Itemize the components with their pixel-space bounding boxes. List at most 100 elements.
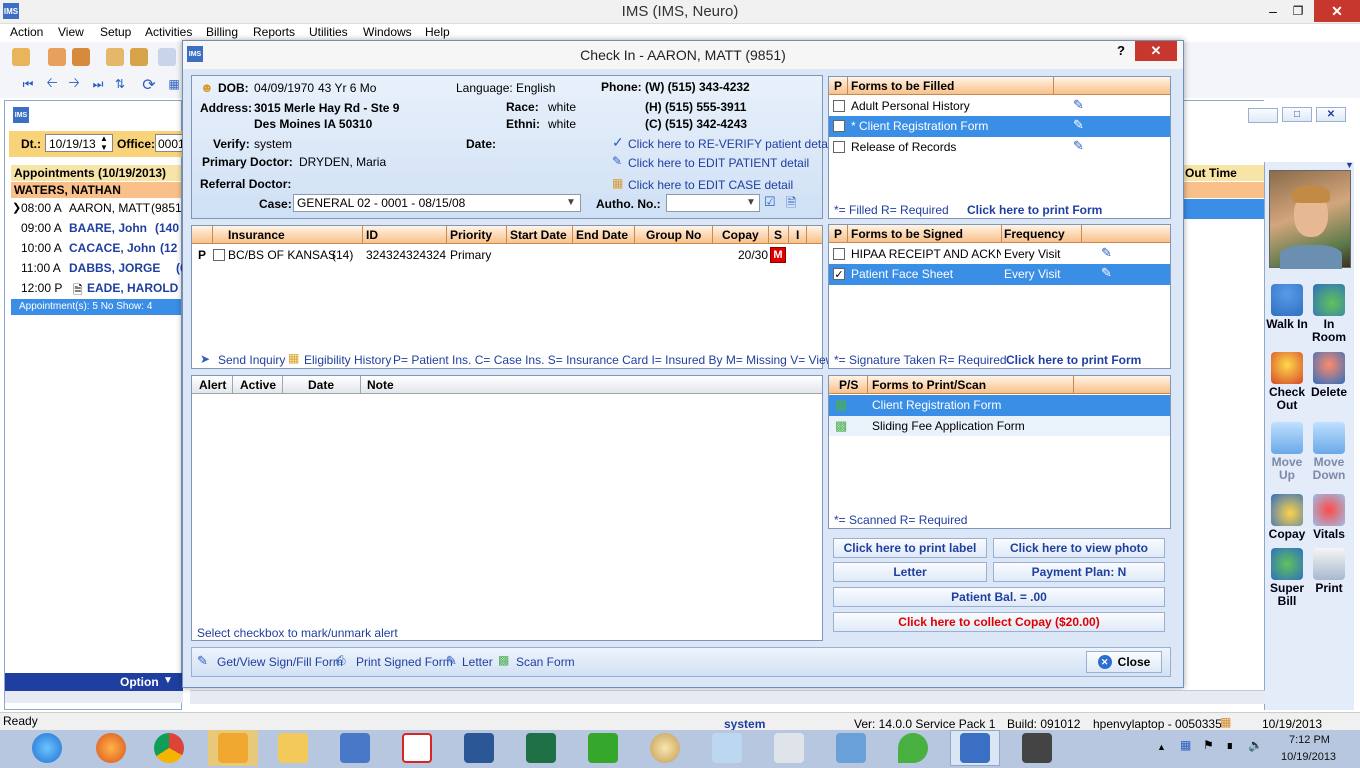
date-input[interactable]: 10/19/13 ▲ ▼ — [45, 134, 113, 152]
window-restore-button[interactable]: □ — [1282, 107, 1312, 122]
clock-time[interactable]: 7:12 PM — [1289, 734, 1330, 746]
ins-checkbox[interactable] — [213, 249, 225, 261]
menu-action[interactable]: Action — [10, 25, 43, 39]
taskbar-paint[interactable] — [640, 730, 690, 766]
form-checkbox[interactable] — [833, 100, 845, 112]
eligibility-history-link[interactable]: Eligibility History — [304, 353, 391, 367]
calendar-icon[interactable]: ▦ — [166, 76, 182, 92]
folder-icon[interactable] — [106, 48, 124, 66]
sign-form-row[interactable]: ✓ Patient Face Sheet Every Visit ✎ — [829, 264, 1170, 285]
menu-billing[interactable]: Billing — [206, 25, 238, 39]
copay-button[interactable]: Copay — [1265, 494, 1309, 541]
vitals-button[interactable]: Vitals — [1307, 494, 1351, 541]
refresh-icon[interactable]: ⟳ — [140, 76, 158, 94]
form-row[interactable]: * Client Registration Form ✎ — [829, 116, 1170, 137]
menu-reports[interactable]: Reports — [253, 25, 295, 39]
taskbar-dragon[interactable] — [888, 730, 938, 766]
case-select[interactable]: GENERAL 02 - 0001 - 08/15/08 ▼ — [293, 194, 581, 212]
taskbar-calculator[interactable] — [764, 730, 814, 766]
autho-select[interactable]: ▼ — [666, 194, 760, 212]
appointment-row[interactable]: 11:00 ADABBS, JORGE(6 — [17, 259, 182, 279]
move-up-button[interactable]: Move Up — [1265, 422, 1309, 482]
close-button[interactable]: ✕ Close — [1086, 651, 1162, 673]
get-view-sign-fill-link[interactable]: Get/View Sign/Fill Form — [217, 655, 343, 669]
move-down-button[interactable]: Move Down — [1307, 422, 1351, 482]
sort-icon[interactable]: ⇅ — [112, 76, 128, 92]
scan-form-row[interactable]: ▩ Sliding Fee Application Form — [829, 416, 1170, 436]
taskbar-word[interactable] — [454, 730, 504, 766]
prev-icon[interactable]: 🡠 — [44, 76, 60, 92]
sign-form-icon[interactable]: ✎ — [1101, 245, 1112, 261]
menu-view[interactable]: View — [58, 25, 84, 39]
clock-date[interactable]: 10/19/2013 — [1281, 751, 1336, 763]
provider-row[interactable]: WATERS, NATHAN — [11, 182, 181, 198]
view-photo-button[interactable]: Click here to view photo — [993, 538, 1165, 558]
form-row[interactable]: Adult Personal History ✎ — [829, 96, 1170, 116]
dialog-close-button[interactable]: ✕ — [1135, 41, 1177, 61]
option-bar[interactable]: Option ▼ — [5, 673, 183, 691]
scroll-down-icon[interactable]: ▼ — [1345, 160, 1354, 170]
appointment-row[interactable]: 08:00 A AARON, MATT (9851 — [17, 199, 182, 219]
patient-photo[interactable] — [1269, 170, 1351, 269]
collect-copay-button[interactable]: Click here to collect Copay ($20.00) — [833, 612, 1165, 632]
walk-in-button[interactable]: Walk In — [1265, 284, 1309, 331]
taskbar-remote[interactable] — [1012, 730, 1062, 766]
taskbar-notes[interactable] — [702, 730, 752, 766]
menu-windows[interactable]: Windows — [363, 25, 412, 39]
last-icon[interactable]: ⏭ — [90, 76, 106, 92]
menu-help[interactable]: Help — [425, 25, 450, 39]
menu-setup[interactable]: Setup — [100, 25, 131, 39]
taskbar-dreamweaver[interactable] — [578, 730, 628, 766]
main-scrollbar[interactable] — [190, 690, 1265, 704]
taskbar-outlook[interactable] — [208, 730, 258, 766]
taskbar-explorer[interactable] — [268, 730, 318, 766]
taskbar-chrome[interactable] — [144, 730, 194, 766]
scan-form-row[interactable]: ▩ Client Registration Form — [829, 395, 1170, 416]
patient-icon[interactable] — [12, 48, 30, 66]
taskbar-ims[interactable] — [950, 730, 1000, 766]
delete-button[interactable]: Delete — [1307, 352, 1351, 399]
menu-utilities[interactable]: Utilities — [309, 25, 348, 39]
edit-case-link[interactable]: Click here to EDIT CASE detail — [628, 178, 793, 192]
window-close-button[interactable]: ✕ — [1316, 107, 1346, 122]
new-document-icon[interactable]: 🗎 — [786, 194, 796, 216]
taskbar-control-panel[interactable] — [826, 730, 876, 766]
spin-icon[interactable]: ▲ ▼ — [100, 134, 108, 152]
office-input[interactable]: 0001 — [155, 134, 183, 152]
tray-flag-icon[interactable]: ⚑ — [1203, 738, 1214, 752]
first-icon[interactable]: ⏮ — [20, 76, 36, 92]
letter-link[interactable]: Letter — [462, 655, 493, 669]
appointment-row[interactable]: 12:00 P 🗎 EADE, HAROLD — [17, 279, 182, 299]
print-button[interactable]: Print — [1307, 548, 1351, 595]
form-row[interactable]: Release of Records ✎ — [829, 137, 1170, 157]
in-room-button[interactable]: In Room — [1307, 284, 1351, 344]
window-minimize-button[interactable] — [1248, 108, 1278, 123]
patient-edit-icon[interactable] — [72, 48, 90, 66]
menu-activities[interactable]: Activities — [145, 25, 192, 39]
sign-form-icon[interactable]: ✎ — [1101, 265, 1112, 281]
edit-form-icon[interactable]: ✎ — [1073, 97, 1084, 113]
payment-plan-button[interactable]: Payment Plan: N — [993, 562, 1165, 582]
send-inquiry-link[interactable]: Send Inquiry — [218, 353, 285, 367]
super-bill-button[interactable]: Super Bill — [1265, 548, 1309, 608]
print-signed-form-button[interactable]: Print Signed Form — [356, 655, 453, 669]
check-out-button[interactable]: Check Out — [1265, 352, 1309, 412]
appointment-row[interactable]: 10:00 A CACACE, John (12 — [17, 239, 182, 259]
next-icon[interactable]: 🡢 — [66, 76, 82, 92]
taskbar-network[interactable] — [330, 730, 380, 766]
form-checkbox[interactable] — [833, 141, 845, 153]
rx-icon[interactable] — [158, 48, 176, 66]
print-label-button[interactable]: Click here to print label — [833, 538, 987, 558]
patient-search-icon[interactable] — [48, 48, 66, 66]
print-signed-form-link[interactable]: Click here to print Form — [1006, 353, 1141, 367]
print-form-link[interactable]: Click here to print Form — [967, 203, 1102, 217]
form-checkbox[interactable] — [833, 120, 845, 132]
taskbar-ie[interactable] — [22, 730, 72, 766]
tray-expand-icon[interactable]: ▲ — [1157, 742, 1166, 752]
autho-lookup-icon[interactable]: ☑ — [764, 194, 776, 210]
edit-form-icon[interactable]: ✎ — [1073, 138, 1084, 154]
form-checkbox-checked[interactable]: ✓ — [833, 268, 845, 280]
close-app-button[interactable]: ✕ — [1314, 0, 1360, 22]
h-scrollbar[interactable] — [5, 691, 183, 703]
patient-balance-button[interactable]: Patient Bal. = .00 — [833, 587, 1165, 607]
